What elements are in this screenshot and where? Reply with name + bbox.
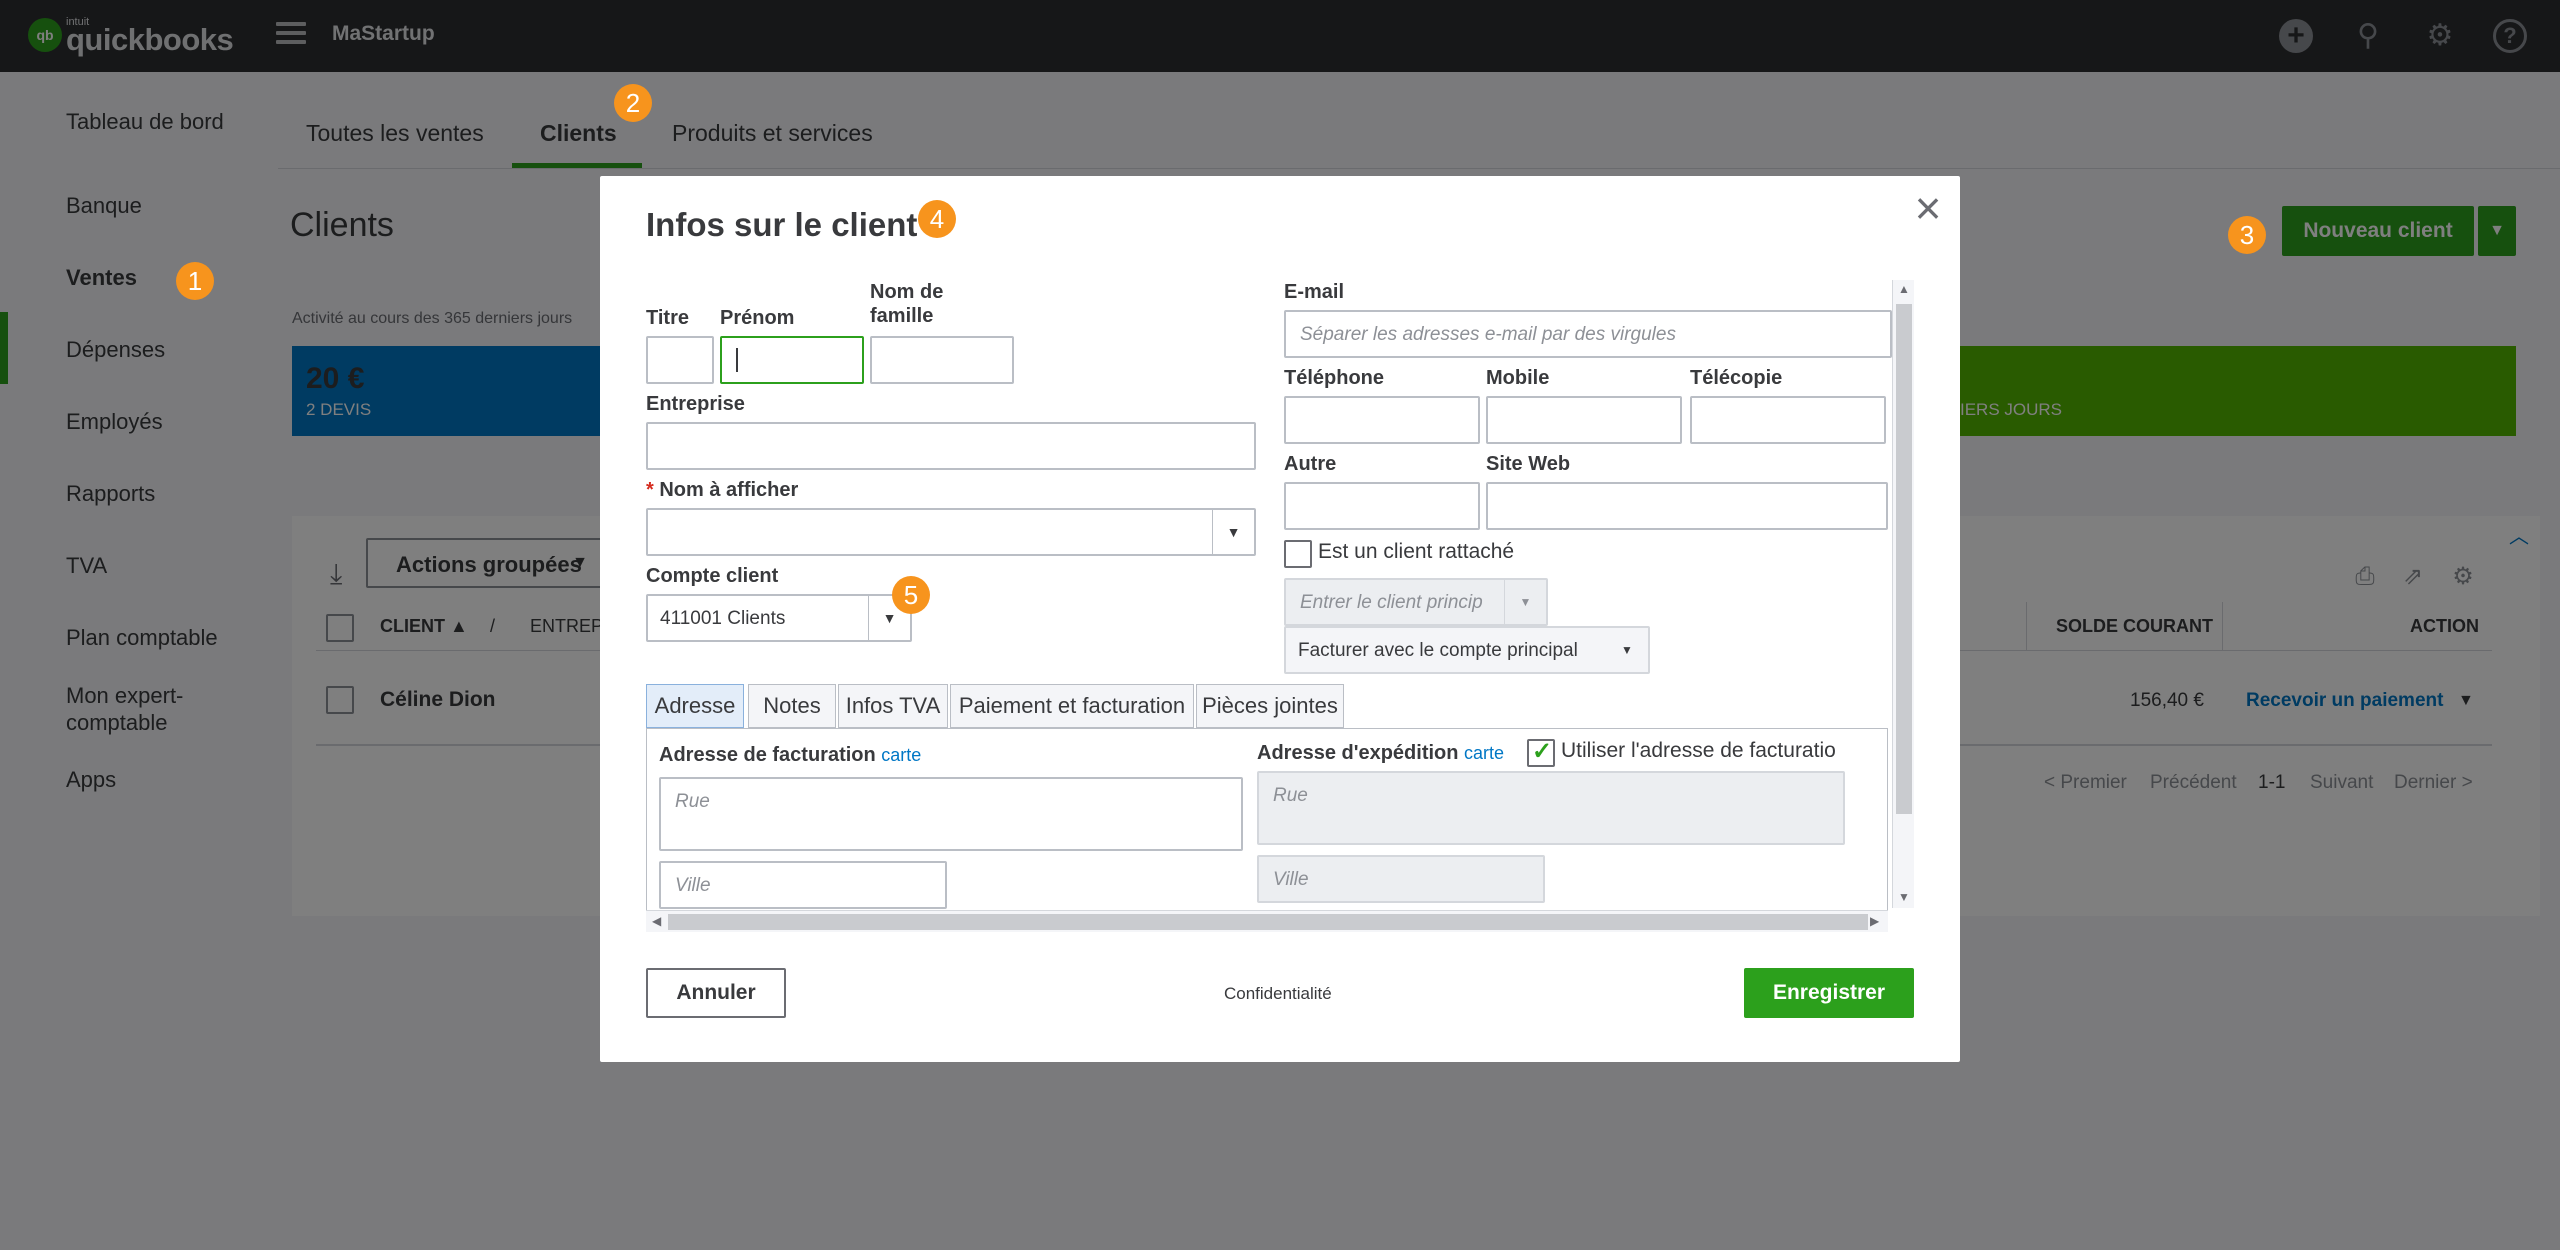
shipping-address-label: Adresse d'expédition carte	[1257, 741, 1504, 765]
last-name-input[interactable]	[870, 336, 1014, 384]
other-label: Autre	[1284, 453, 1337, 475]
billing-city-placeholder: Ville	[675, 875, 711, 896]
mobile-input[interactable]	[1486, 396, 1682, 444]
company-input[interactable]	[646, 422, 1256, 470]
customer-info-dialog: Infos sur le client 4 × Titre Prénom Nom…	[600, 176, 1960, 1062]
shipping-street-input: Rue	[1257, 771, 1845, 845]
bill-with-parent-select: Facturer avec le compte principal ▼	[1284, 626, 1650, 674]
other-input[interactable]	[1284, 482, 1480, 530]
shipping-street-placeholder: Rue	[1273, 785, 1308, 806]
customer-account-label: Compte client	[646, 565, 779, 587]
display-name-label-text: Nom à afficher	[659, 479, 799, 501]
shipping-city-input: Ville	[1257, 855, 1545, 903]
billing-address-label: Adresse de facturation carte	[659, 743, 921, 767]
fax-input[interactable]	[1690, 396, 1886, 444]
shipping-address-label-text: Adresse d'expédition	[1257, 742, 1459, 764]
email-input[interactable]: Séparer les adresses e-mail par des virg…	[1284, 310, 1892, 358]
sub-customer-checkbox[interactable]	[1284, 540, 1312, 568]
billing-map-link[interactable]: carte	[881, 745, 921, 765]
cancel-button[interactable]: Annuler	[646, 968, 786, 1018]
sub-customer-label: Est un client rattaché	[1318, 540, 1515, 563]
scroll-down-icon[interactable]: ▼	[1898, 890, 1910, 904]
customer-account-value: 411001 Clients	[660, 608, 786, 629]
tab-infos-tva[interactable]: Infos TVA	[838, 684, 948, 728]
billing-street-input[interactable]: Rue	[659, 777, 1243, 851]
callout-4: 4	[918, 200, 956, 238]
horizontal-scroll-thumb[interactable]	[668, 914, 1868, 930]
required-mark: *	[646, 479, 654, 501]
same-address-label: Utiliser l'adresse de facturatio	[1561, 739, 1836, 762]
callout-5: 5	[892, 576, 930, 614]
email-placeholder: Séparer les adresses e-mail par des virg…	[1300, 324, 1676, 345]
display-name-caret-icon[interactable]: ▼	[1212, 510, 1254, 554]
shipping-map-link[interactable]: carte	[1464, 743, 1504, 763]
customer-account-select[interactable]: 411001 Clients ▼	[646, 594, 912, 642]
last-name-label: Nom de famille	[870, 281, 944, 327]
checkmark-icon: ✓	[1532, 738, 1553, 765]
address-panel-scrollbar[interactable]: ▲	[1887, 739, 1888, 909]
tab-pieces-jointes[interactable]: Pièces jointes	[1196, 684, 1344, 728]
shipping-city-placeholder: Ville	[1273, 869, 1309, 890]
email-label: E-mail	[1284, 281, 1345, 303]
callout-3: 3	[2228, 216, 2266, 254]
first-name-input[interactable]	[720, 336, 864, 384]
callout-1: 1	[176, 262, 214, 300]
display-name-label: * Nom à afficher	[646, 478, 798, 502]
title-label: Titre	[646, 307, 689, 329]
scroll-up-icon[interactable]: ▲	[1898, 282, 1910, 296]
close-icon[interactable]: ×	[1906, 185, 1950, 231]
save-button[interactable]: Enregistrer	[1744, 968, 1914, 1018]
bill-with-caret-icon: ▼	[1621, 643, 1633, 657]
address-panel: Adresse de facturation carte Rue Ville A…	[646, 728, 1888, 920]
parent-customer-placeholder: Entrer le client princip	[1300, 592, 1483, 613]
scroll-right-icon[interactable]: ▶	[1870, 914, 1879, 928]
same-address-checkbox[interactable]: ✓	[1527, 738, 1555, 767]
company-label: Entreprise	[646, 393, 745, 415]
tab-notes[interactable]: Notes	[748, 684, 836, 728]
parent-customer-select: Entrer le client princip ▼	[1284, 578, 1548, 626]
first-name-label: Prénom	[720, 307, 795, 329]
website-input[interactable]	[1486, 482, 1888, 530]
title-input[interactable]	[646, 336, 714, 384]
tab-adresse[interactable]: Adresse	[646, 684, 744, 728]
billing-city-input[interactable]: Ville	[659, 861, 947, 909]
phone-input[interactable]	[1284, 396, 1480, 444]
billing-address-label-text: Adresse de facturation	[659, 744, 876, 766]
privacy-link[interactable]: Confidentialité	[1224, 984, 1332, 1004]
scroll-left-icon[interactable]: ◀	[652, 914, 661, 928]
display-name-select[interactable]: ▼	[646, 508, 1256, 556]
dialog-scrollbar[interactable]: ▲ ▼	[1892, 280, 1914, 908]
tab-paiement-facturation[interactable]: Paiement et facturation	[950, 684, 1194, 728]
parent-caret-icon: ▼	[1504, 580, 1546, 624]
phone-label: Téléphone	[1284, 367, 1385, 389]
mobile-label: Mobile	[1486, 367, 1550, 389]
bill-with-parent-value: Facturer avec le compte principal	[1298, 640, 1578, 661]
dialog-title: Infos sur le client	[646, 206, 918, 243]
billing-street-placeholder: Rue	[675, 791, 710, 812]
fax-label: Télécopie	[1690, 367, 1783, 389]
dialog-scroll-thumb[interactable]	[1896, 304, 1912, 814]
callout-2: 2	[614, 84, 652, 122]
horizontal-scrollbar[interactable]: ◀ ▶	[646, 910, 1888, 932]
website-label: Site Web	[1486, 453, 1571, 475]
